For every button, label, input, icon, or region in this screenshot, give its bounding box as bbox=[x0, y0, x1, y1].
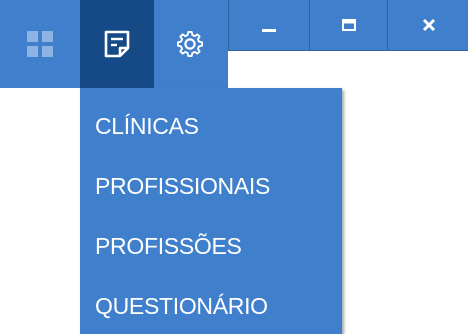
top-toolbar bbox=[0, 0, 468, 88]
forms-button[interactable] bbox=[80, 0, 154, 88]
maximize-button[interactable] bbox=[309, 0, 387, 51]
grid-icon bbox=[26, 30, 54, 58]
toolbar-gap bbox=[228, 51, 468, 88]
forms-dropdown-menu: CLÍNICAS PROFISSIONAIS PROFISSÕES QUESTI… bbox=[80, 88, 342, 334]
dashboard-button[interactable] bbox=[0, 0, 80, 88]
minimize-icon bbox=[261, 17, 277, 33]
menu-item-label: PROFISSIONAIS bbox=[95, 172, 271, 199]
close-icon bbox=[421, 17, 437, 33]
menu-item-label: CLÍNICAS bbox=[95, 112, 199, 139]
menu-item-clinicas[interactable]: CLÍNICAS bbox=[80, 96, 342, 156]
settings-button[interactable] bbox=[154, 0, 226, 88]
gear-icon bbox=[176, 30, 204, 58]
menu-item-profissoes[interactable]: PROFISSÕES bbox=[80, 216, 342, 276]
menu-item-label: QUESTIONÁRIO bbox=[95, 292, 268, 319]
app-window: CLÍNICAS PROFISSIONAIS PROFISSÕES QUESTI… bbox=[0, 0, 468, 334]
form-icon bbox=[104, 30, 130, 58]
maximize-icon bbox=[341, 17, 357, 33]
close-button[interactable] bbox=[387, 0, 468, 51]
minimize-button[interactable] bbox=[228, 0, 309, 51]
menu-item-label: PROFISSÕES bbox=[95, 232, 242, 259]
menu-item-questionario[interactable]: QUESTIONÁRIO bbox=[80, 276, 342, 334]
menu-item-profissionais[interactable]: PROFISSIONAIS bbox=[80, 156, 342, 216]
